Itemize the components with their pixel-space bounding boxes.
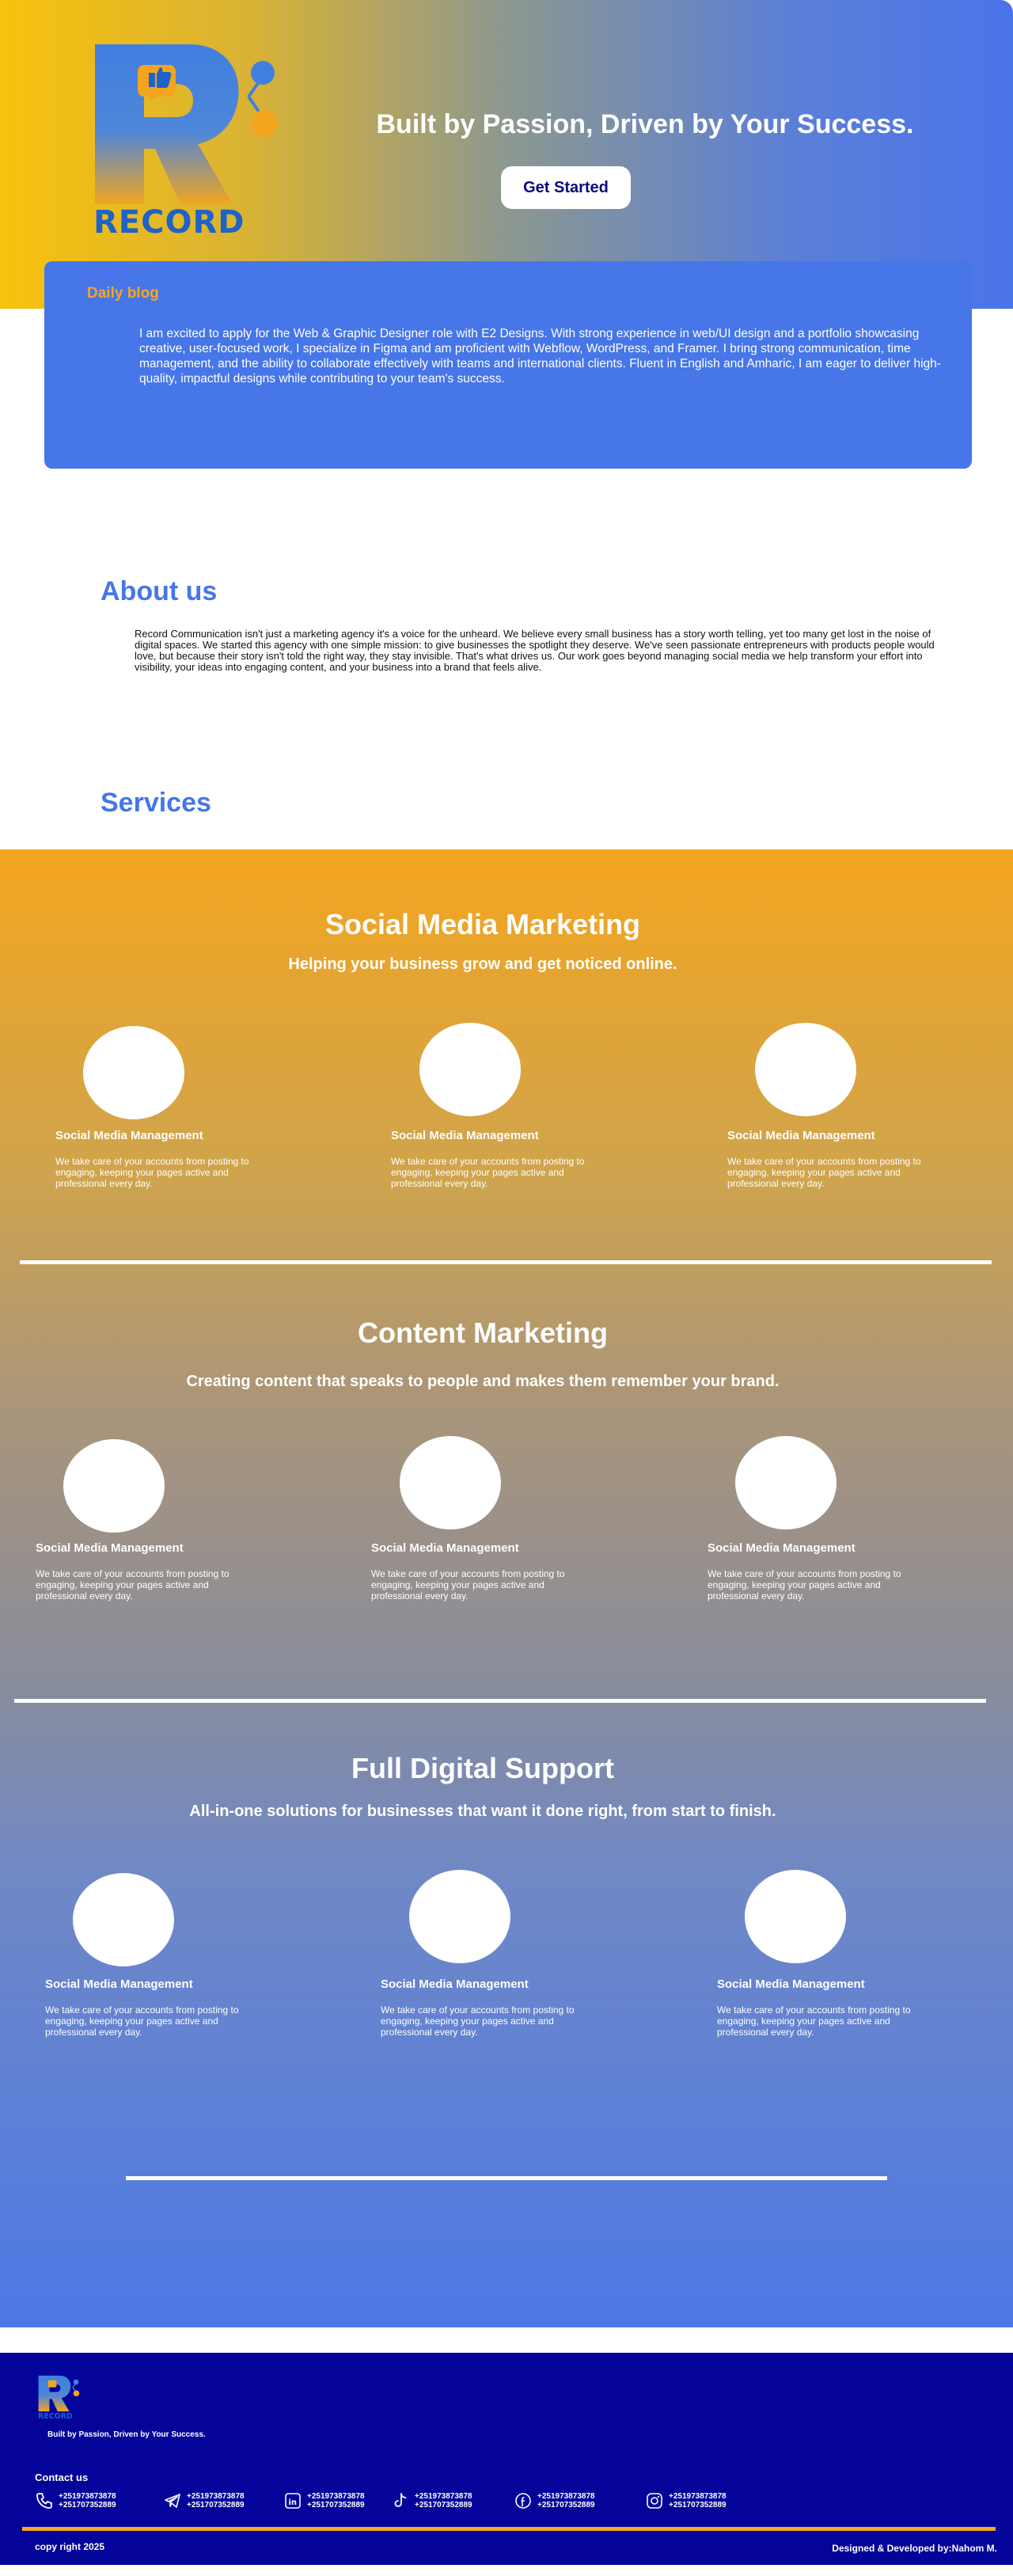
service-card-text: We take care of your accounts from posti… <box>55 1156 249 1189</box>
contact-number-secondary: +251707352889 <box>415 2501 472 2510</box>
footer-logo-wordmark: RECORD <box>38 2412 73 2419</box>
contact-telegram[interactable]: +251973873878 +251707352889 <box>163 2489 245 2513</box>
service-image-placeholder <box>409 1870 510 1963</box>
service-card-text: We take care of your accounts from posti… <box>708 1568 901 1601</box>
service-image-placeholder <box>745 1870 846 1963</box>
service-section-title: Content Marketing <box>357 1316 608 1349</box>
footer-divider <box>22 2527 996 2531</box>
contact-instagram[interactable]: +251973873878 +251707352889 <box>645 2489 727 2513</box>
facebook-icon <box>514 2491 533 2510</box>
service-image-placeholder <box>419 1023 521 1116</box>
about-title: About us <box>101 576 218 606</box>
service-image-placeholder <box>83 1026 184 1119</box>
service-card-text: We take care of your accounts from posti… <box>391 1156 585 1189</box>
service-image-placeholder <box>63 1439 165 1533</box>
contact-number-primary: +251973873878 <box>669 2492 727 2501</box>
service-card-text: We take care of your accounts from posti… <box>36 1568 230 1601</box>
contact-number-secondary: +251707352889 <box>669 2501 727 2510</box>
services-title: Services <box>101 788 211 818</box>
contact-number-primary: +251973873878 <box>415 2492 472 2501</box>
service-card-text: We take care of your accounts from posti… <box>381 2004 575 2038</box>
service-image-placeholder <box>735 1436 837 1529</box>
service-card-title: Social Media Management <box>36 1541 184 1555</box>
service-section-title: Full Digital Support <box>351 1752 614 1784</box>
copyright-text: copy right 2025 <box>35 2541 105 2552</box>
section-divider <box>20 1260 992 1264</box>
footer-tagline: Built by Passion, Driven by Your Success… <box>47 2430 206 2439</box>
service-image-placeholder <box>73 1873 174 1966</box>
contact-number-primary: +251973873878 <box>307 2492 365 2501</box>
telegram-icon <box>163 2491 182 2510</box>
service-card-text: We take care of your accounts from posti… <box>371 1568 565 1601</box>
service-section-subtitle: Helping your business grow and get notic… <box>288 956 677 973</box>
tiktok-icon <box>391 2491 410 2510</box>
hero-title: Built by Passion, Driven by Your Success… <box>376 109 914 139</box>
contact-linkedin[interactable]: in +251973873878 +251707352889 <box>283 2489 365 2513</box>
daily-blog-card: Daily blog I am excited to apply for the… <box>44 261 972 469</box>
logo-wordmark: RECORD <box>93 204 245 241</box>
contact-number-primary: +251973873878 <box>537 2492 595 2501</box>
svg-text:in: in <box>289 2498 298 2507</box>
section-divider <box>126 2176 887 2180</box>
service-card-text: We take care of your accounts from posti… <box>727 1156 921 1189</box>
service-section-title: Social Media Marketing <box>324 908 641 940</box>
service-card-title: Social Media Management <box>391 1129 539 1142</box>
service-section-subtitle: Creating content that speaks to people a… <box>186 1373 780 1390</box>
service-card-title: Social Media Management <box>55 1129 203 1142</box>
service-card-title: Social Media Management <box>717 1978 865 1991</box>
contact-number-secondary: +251707352889 <box>307 2501 365 2510</box>
services-section: Social Media Marketing Helping your busi… <box>0 849 1013 2327</box>
contact-tiktok[interactable]: +251973873878 +251707352889 <box>391 2489 472 2513</box>
contact-number-secondary: +251707352889 <box>187 2501 245 2510</box>
record-logo[interactable]: RECORD <box>93 41 283 241</box>
service-card-title: Social Media Management <box>381 1978 529 1991</box>
contact-number-secondary: +251707352889 <box>537 2501 595 2510</box>
contact-facebook[interactable]: +251973873878 +251707352889 <box>514 2489 595 2513</box>
linkedin-icon: in <box>283 2491 302 2510</box>
service-card-text: We take care of your accounts from posti… <box>45 2004 239 2038</box>
logo-mark-icon: RECORD <box>38 2375 80 2421</box>
get-started-button[interactable]: Get Started <box>501 166 631 209</box>
blog-text: I am excited to apply for the Web & Grap… <box>139 327 941 386</box>
service-image-placeholder <box>400 1436 501 1529</box>
service-card-title: Social Media Management <box>371 1541 519 1555</box>
contact-number-primary: +251973873878 <box>187 2492 245 2501</box>
phone-icon <box>35 2491 54 2510</box>
about-text: Record Communication isn't just a market… <box>135 628 935 673</box>
contact-phone[interactable]: +251973873878 +251707352889 <box>35 2489 116 2513</box>
footer-logo[interactable]: RECORD <box>38 2375 81 2421</box>
service-section-subtitle: All-in-one solutions for businesses that… <box>189 1803 776 1820</box>
service-card-title: Social Media Management <box>45 1978 193 1991</box>
logo-mark-icon <box>95 44 278 204</box>
service-card-text: We take care of your accounts from posti… <box>717 2004 911 2038</box>
contact-label: Contact us <box>35 2472 89 2483</box>
blog-title: Daily blog <box>87 285 159 302</box>
instagram-icon <box>645 2491 664 2510</box>
service-image-placeholder <box>755 1023 856 1116</box>
site-footer: RECORD Built by Passion, Driven by Your … <box>0 2353 1013 2565</box>
contact-number-secondary: +251707352889 <box>59 2501 116 2510</box>
service-card-title: Social Media Management <box>708 1541 856 1555</box>
service-card-title: Social Media Management <box>727 1129 875 1142</box>
developer-credit: Designed & Developed by:Nahom M. <box>832 2543 997 2554</box>
contact-number-primary: +251973873878 <box>59 2492 116 2501</box>
section-divider <box>14 1699 986 1703</box>
